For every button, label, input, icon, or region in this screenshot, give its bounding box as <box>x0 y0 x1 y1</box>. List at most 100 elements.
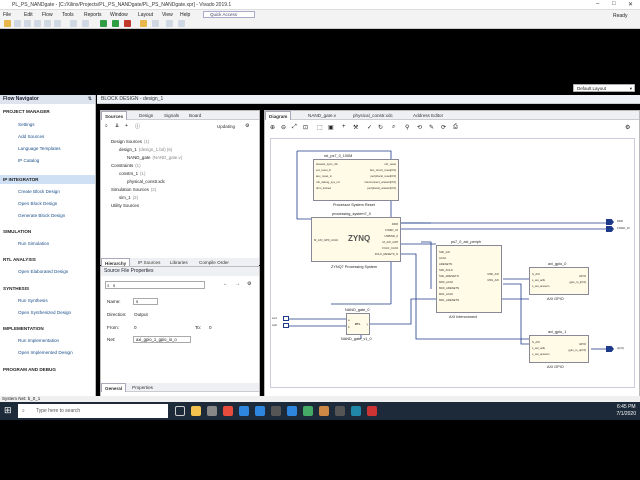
refresh-icon[interactable]: ⟳ <box>441 124 446 131</box>
source-tree-item[interactable]: Design Sources (1) <box>111 139 149 144</box>
flow-nav-item-rtl-analysis[interactable]: RTL ANALYSIS <box>0 255 95 264</box>
block-axi-gpio-0[interactable]: axi_gpio_0 S_AXI s_axi_aclk s_axi_areset… <box>529 262 589 295</box>
search-icon[interactable]: ⌕ <box>105 123 108 129</box>
name-field[interactable]: s <box>133 298 158 305</box>
port-aux-reset-in[interactable]: aux_reset_in <box>316 174 332 178</box>
zoom-in-icon[interactable]: ⊕ <box>270 124 275 131</box>
port-ddr[interactable]: DDR <box>392 222 398 226</box>
quick-access-input[interactable]: Quick Access <box>203 11 255 18</box>
port-mb-debug-sys-rst[interactable]: mb_debug_sys_rst <box>316 180 340 184</box>
flow-nav-item-open-elaborated-design[interactable]: Open Elaborated Design <box>0 267 95 276</box>
add-icon[interactable]: + <box>125 123 128 129</box>
info-icon[interactable]: ⓘ <box>135 123 140 130</box>
sw1-port-icon[interactable] <box>283 316 289 321</box>
fit-selection-icon[interactable]: ▣ <box>328 124 334 131</box>
zoom-fit-icon[interactable]: ⤢ <box>292 124 297 131</box>
compare-icon[interactable] <box>166 20 173 27</box>
sdk-icon[interactable] <box>319 406 329 416</box>
port-aresetn[interactable]: ARESETN <box>439 262 452 266</box>
props-search-input[interactable]: ⌕ s <box>105 281 205 289</box>
settings-toolbar-icon[interactable] <box>70 20 77 27</box>
delete-icon[interactable] <box>54 20 61 27</box>
chrome-icon[interactable] <box>223 406 233 416</box>
port-peripheral-aresetn[interactable]: peripheral_aresetn[0:0] <box>367 186 396 190</box>
port-m01-aclk[interactable]: M01_ACLK <box>439 292 453 296</box>
run-icon[interactable] <box>100 20 107 27</box>
gear-icon[interactable]: ⚙ <box>625 124 630 131</box>
calculator-icon[interactable] <box>207 406 217 416</box>
menu-view[interactable]: View <box>162 12 173 18</box>
port-s00-aresetn[interactable]: S00_ARESETN <box>439 274 459 278</box>
port-fclk-reset0[interactable]: FCLK_RESET0_N <box>375 252 398 256</box>
tab-diagram[interactable]: Diagram <box>265 111 292 120</box>
task-view-icon[interactable] <box>175 406 185 416</box>
block-processor-reset[interactable]: rst_ps7_0_100M slowest_sync_clk ext_rese… <box>313 154 399 201</box>
port-gpio0-aresetn[interactable]: s_axi_aresetn <box>532 284 549 288</box>
wrench-icon[interactable]: ⚒ <box>353 124 358 131</box>
port-dcm-locked[interactable]: dcm_locked <box>316 186 331 190</box>
flow-nav-item-ip-catalog[interactable]: IP Catalog <box>0 156 95 165</box>
gear-icon[interactable]: ⚙ <box>247 281 251 287</box>
port-mb-reset[interactable]: mb_reset <box>384 162 396 166</box>
port-interconnect-aresetn[interactable]: interconnect_aresetn[0:0] <box>364 180 396 184</box>
flow-nav-item-ip-integrator[interactable]: IP INTEGRATOR <box>0 175 95 184</box>
flow-nav-item-add-sources[interactable]: Add Sources <box>0 132 95 141</box>
source-tree-item[interactable]: Constraints (1) <box>111 163 141 168</box>
port-m-axi-gp0[interactable]: M_AXI_GP0 <box>382 240 398 244</box>
port-gpio1-s-axi[interactable]: S_AXI <box>532 340 540 344</box>
tab-design[interactable]: Design <box>136 111 156 120</box>
flow-nav-item-run-simulation[interactable]: Run Simulation <box>0 239 95 248</box>
flow-nav-item-run-implementation[interactable]: Run Implementation <box>0 336 95 345</box>
block-axi-interconnect[interactable]: ps7_0_axi_periph S00_AXI ACLK ARESETN S0… <box>436 240 502 313</box>
flow-nav-item-run-synthesis[interactable]: Run Synthesis <box>0 296 95 305</box>
zoom-area-icon[interactable]: ⊡ <box>303 124 308 131</box>
edge-icon[interactable] <box>239 406 249 416</box>
flow-nav-item-simulation[interactable]: SIMULATION <box>0 227 95 236</box>
validate-icon[interactable]: ✓ <box>367 124 372 131</box>
collapse-icon[interactable]: ⇅ <box>88 95 92 104</box>
flow-nav-item-implementation[interactable]: IMPLEMENTATION <box>0 324 95 333</box>
select-icon[interactable]: ⬚ <box>317 124 323 131</box>
flow-nav-item-language-templates[interactable]: Language Templates <box>0 144 95 153</box>
app-icon[interactable] <box>271 406 281 416</box>
rotate-icon[interactable]: ⟲ <box>417 124 422 131</box>
step-icon[interactable] <box>112 20 119 27</box>
port-m01-aresetn[interactable]: M01_ARESETN <box>439 298 459 302</box>
menu-flow[interactable]: Flow <box>42 12 53 18</box>
forward-icon[interactable]: → <box>235 281 240 287</box>
port-m-axi-gp0-aclk[interactable]: M_AXI_GP0_ACLK <box>314 238 338 242</box>
source-tree-item[interactable]: design_1 (design_1.bd) (6) <box>119 147 172 152</box>
tab-signals[interactable]: Signals <box>161 111 182 120</box>
menu-reports[interactable]: Reports <box>84 12 102 18</box>
stop-icon[interactable] <box>124 20 131 27</box>
flow-nav-item-settings[interactable]: Settings <box>0 120 95 129</box>
tab-sources[interactable]: Sources <box>101 111 128 120</box>
tab-physical-constr[interactable]: physical_constr.xdc <box>350 111 396 120</box>
flow-nav-item-project-manager[interactable]: PROJECT MANAGER <box>0 107 95 116</box>
port-fclk-clk0[interactable]: FCLK_CLK0 <box>382 246 398 250</box>
port-s00-axi[interactable]: S00_AXI <box>439 250 450 254</box>
port-gpio0-s-axi[interactable]: S_AXI <box>532 272 540 276</box>
port-m00-axi[interactable]: M00_AXI <box>487 272 499 276</box>
taskbar-clock[interactable]: 6:45 PM 7/1/2020 <box>617 404 636 418</box>
add-ip-icon[interactable]: + <box>342 124 346 130</box>
port-gpio1-io-o[interactable]: gpio_io_o[0:0] <box>568 348 586 352</box>
port-peripheral-reset[interactable]: peripheral_reset[0:0] <box>370 174 396 178</box>
port-m00-aresetn[interactable]: M00_ARESETN <box>439 286 459 290</box>
menu-layout[interactable]: Layout <box>138 12 153 18</box>
store-icon[interactable] <box>255 406 265 416</box>
gear-icon[interactable]: ⚙ <box>245 123 249 129</box>
regenerate-icon[interactable]: ↻ <box>378 124 383 131</box>
menu-tools[interactable]: Tools <box>62 12 74 18</box>
file-explorer-icon[interactable] <box>191 406 201 416</box>
port-nand-y[interactable]: y <box>367 322 368 326</box>
close-icon[interactable]: ✕ <box>628 1 633 8</box>
undo-icon[interactable] <box>24 20 31 27</box>
port-bus-struct-reset[interactable]: bus_struct_reset[0:0] <box>370 168 396 172</box>
port-fixed-io[interactable]: FIXED_IO <box>385 228 398 232</box>
menu-file[interactable]: File <box>3 12 11 18</box>
save-icon[interactable] <box>14 20 21 27</box>
sw0-port-icon[interactable] <box>283 323 289 328</box>
port-nand-a[interactable]: a <box>348 318 350 322</box>
port-gpio0-io-i[interactable]: gpio_io_i[0:0] <box>569 280 586 284</box>
